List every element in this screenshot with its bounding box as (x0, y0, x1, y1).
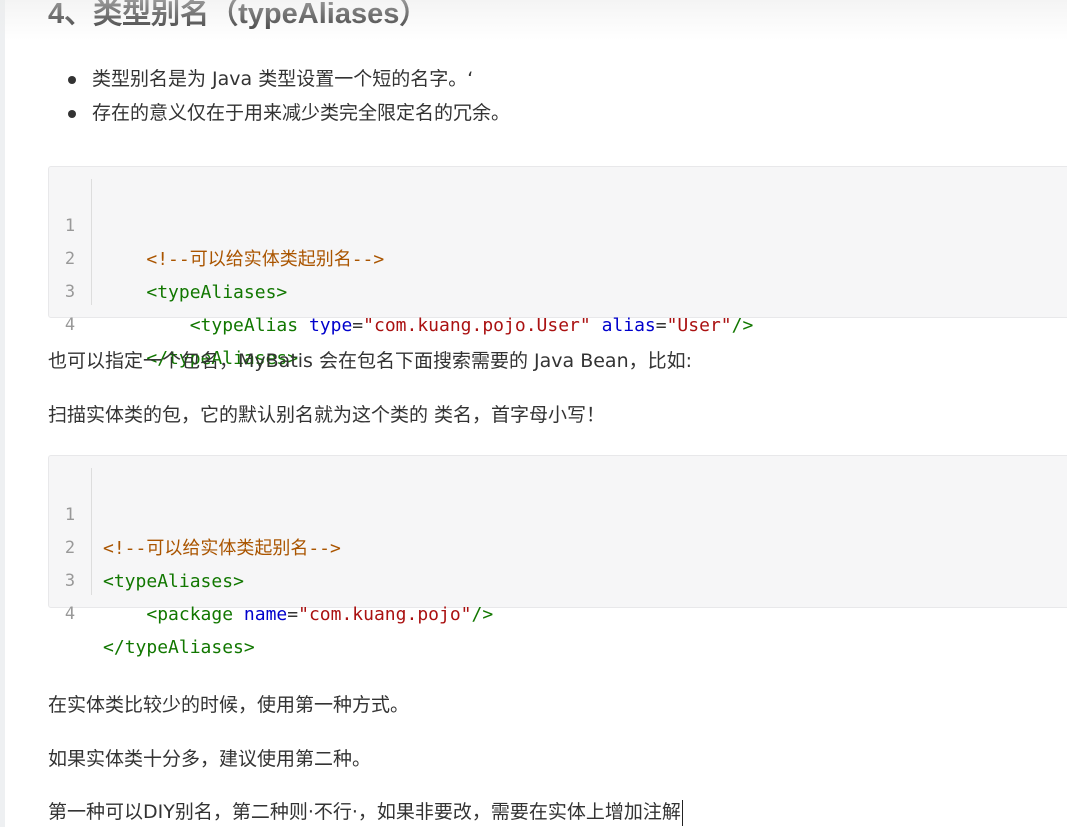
xml-tag: typeAliases (124, 637, 244, 658)
section-heading: 4、类型别名（typeAliases） (48, 0, 429, 30)
paragraph-text: 第一种可以DIY别名，第二种则·不行·，如果非要改，需要在实体上增加注解 (48, 801, 681, 823)
page-left-border (0, 0, 5, 827)
xml-string: "com.kuang.pojo" (298, 604, 472, 625)
paragraph-editing[interactable]: 第一种可以DIY别名，第二种则·不行·，如果非要改，需要在实体上增加注解 (48, 797, 683, 827)
bullet-list: 类型别名是为 Java 类型设置一个短的名字。‘ 存在的意义仅在于用来减少类完全… (48, 62, 510, 130)
code-line: 2 <typeAliases> (49, 210, 1067, 303)
code-line: 2 <typeAliases> (49, 499, 1067, 592)
xml-tag: package (157, 604, 234, 625)
line-number: 4 (64, 315, 76, 335)
paragraph: 在实体类比较少的时候，使用第一种方式。 (48, 694, 410, 716)
paragraph: 也可以指定一个包名，MyBatis 会在包名下面搜索需要的 Java Bean，… (48, 350, 693, 372)
xml-attribute: alias (601, 315, 656, 336)
code-line: 3 <typeAlias type="com.kuang.pojo.User" … (49, 243, 1067, 336)
line-number: 4 (64, 604, 76, 624)
xml-string: "User" (666, 315, 732, 336)
code-line: 4 </typeAliases> (49, 276, 1067, 369)
code-block-type-alias[interactable]: 1 <!--可以给实体类起别名--> 2 <typeAliases> 3 <ty… (48, 166, 1067, 369)
code-block-package-alias[interactable]: 1 <!--可以给实体类起别名--> 2 <typeAliases> 3 <pa… (48, 455, 1067, 658)
bullet-item: 存在的意义仅在于用来减少类完全限定名的冗余。 (48, 96, 510, 130)
paragraph: 扫描实体类的包，它的默认别名就为这个类的 类名，首字母小写！ (48, 404, 606, 426)
code-line: 1 <!--可以给实体类起别名--> (49, 177, 1067, 270)
paragraph: 如果实体类十分多，建议使用第二种。 (48, 748, 372, 770)
xml-tag: typeAlias (200, 315, 299, 336)
code-line: 3 <package name="com.kuang.pojo"/> (49, 532, 1067, 625)
text-cursor (681, 799, 683, 826)
code-line: 4 </typeAliases> (49, 565, 1067, 658)
xml-attribute: type (308, 315, 353, 336)
xml-string: "com.kuang.pojo.User" (363, 315, 591, 336)
xml-attribute: name (243, 604, 288, 625)
bullet-item: 类型别名是为 Java 类型设置一个短的名字。‘ (48, 62, 510, 96)
code-line: 1 <!--可以给实体类起别名--> (49, 466, 1067, 559)
